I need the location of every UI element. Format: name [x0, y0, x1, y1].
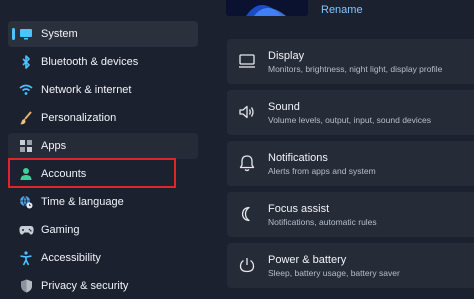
sidebar-item-label: Privacy & security	[41, 280, 129, 292]
settings-card-sound[interactable]: Sound Volume levels, output, input, soun…	[227, 90, 474, 135]
card-subtitle: Sleep, battery usage, battery saver	[268, 268, 400, 278]
rename-link[interactable]: Rename	[321, 4, 363, 16]
monitor-icon	[18, 26, 34, 42]
apps-icon	[18, 138, 34, 154]
card-title: Display	[268, 50, 305, 62]
display-icon	[238, 52, 256, 70]
power-icon	[238, 256, 256, 274]
sidebar-item-accessibility[interactable]: Accessibility	[8, 245, 198, 271]
sidebar-nav: System Bluetooth & devices Network & int…	[0, 0, 205, 299]
settings-card-display[interactable]: Display Monitors, brightness, night ligh…	[227, 39, 474, 84]
wifi-icon	[18, 82, 34, 98]
settings-card-notifications[interactable]: Notifications Alerts from apps and syste…	[227, 141, 474, 186]
sidebar-item-label: System	[41, 28, 78, 40]
sidebar-item-personalization[interactable]: Personalization	[8, 105, 198, 131]
sidebar-item-gaming[interactable]: Gaming	[8, 217, 198, 243]
sidebar-item-privacy[interactable]: Privacy & security	[8, 273, 198, 299]
card-title: Notifications	[268, 152, 328, 164]
selection-indicator	[12, 28, 15, 40]
sidebar-item-apps[interactable]: Apps	[8, 133, 198, 159]
moon-icon	[238, 205, 256, 223]
sidebar-item-label: Personalization	[41, 112, 117, 124]
card-subtitle: Notifications, automatic rules	[268, 217, 377, 227]
sidebar-item-system[interactable]: System	[8, 21, 198, 47]
sidebar-item-label: Accessibility	[41, 252, 101, 264]
accounts-highlight-box	[8, 158, 176, 188]
bluetooth-icon	[18, 54, 34, 70]
sidebar-item-network[interactable]: Network & internet	[8, 77, 198, 103]
settings-card-focus-assist[interactable]: Focus assist Notifications, automatic ru…	[227, 192, 474, 237]
speaker-icon	[238, 103, 256, 121]
settings-window: System Bluetooth & devices Network & int…	[0, 0, 474, 299]
sidebar-item-time-language[interactable]: Time & language	[8, 189, 198, 215]
sidebar-item-bluetooth[interactable]: Bluetooth & devices	[8, 49, 198, 75]
paintbrush-icon	[18, 110, 34, 126]
card-title: Power & battery	[268, 254, 347, 266]
sidebar-item-label: Apps	[41, 140, 67, 152]
sidebar-item-label: Time & language	[41, 196, 124, 208]
gamepad-icon	[18, 222, 34, 238]
shield-icon	[18, 278, 34, 294]
sidebar-item-label: Network & internet	[41, 84, 132, 96]
card-subtitle: Alerts from apps and system	[268, 166, 376, 176]
device-wallpaper-thumbnail	[226, 0, 308, 16]
bell-icon	[238, 154, 256, 172]
card-title: Focus assist	[268, 203, 330, 215]
globe-clock-icon	[18, 194, 34, 210]
sidebar-item-label: Bluetooth & devices	[41, 56, 139, 68]
settings-card-power-battery[interactable]: Power & battery Sleep, battery usage, ba…	[227, 243, 474, 288]
sidebar-item-label: Gaming	[41, 224, 80, 236]
card-subtitle: Monitors, brightness, night light, displ…	[268, 64, 443, 74]
card-title: Sound	[268, 101, 300, 113]
card-subtitle: Volume levels, output, input, sound devi…	[268, 115, 432, 125]
accessibility-icon	[18, 250, 34, 266]
